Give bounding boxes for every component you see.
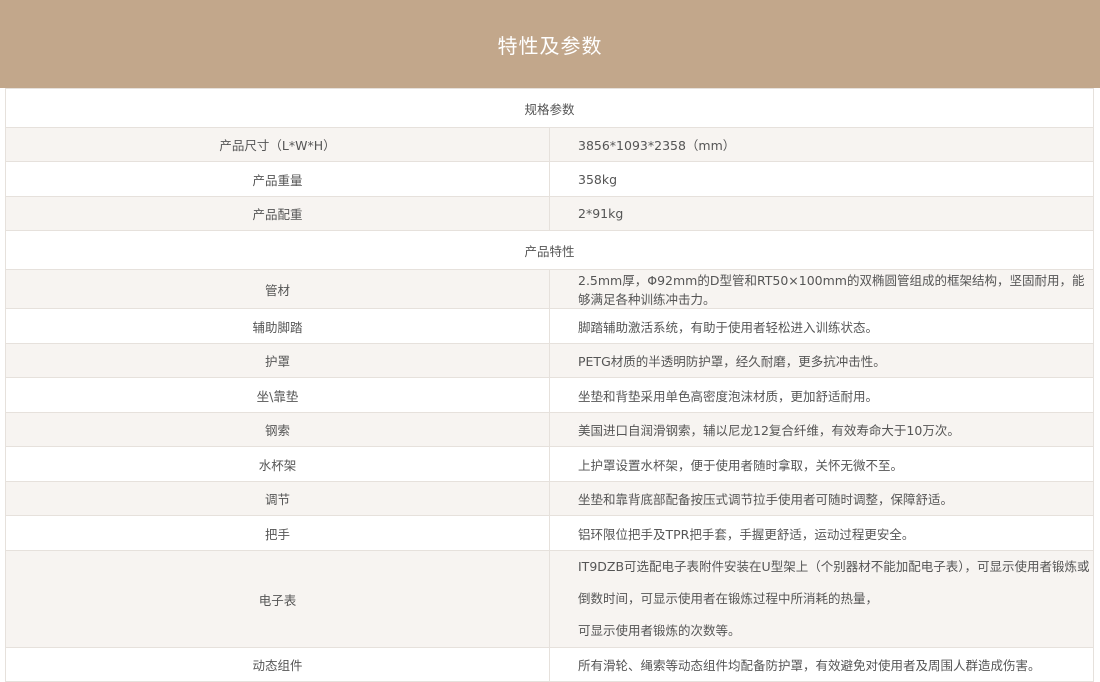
- table-row: 钢索 美国进口自润滑钢索，辅以尼龙12复合纤维，有效寿命大于10万次。: [5, 412, 1094, 447]
- page-title: 特性及参数: [497, 33, 603, 58]
- table-row: 动态组件 所有滑轮、绳索等动态组件均配备防护罩，有效避免对使用者及周围人群造成伤…: [5, 647, 1094, 682]
- section-header-row: 产品特性: [5, 230, 1094, 270]
- section-header-row: 规格参数: [5, 88, 1094, 128]
- row-value: 2*91kg: [549, 196, 1094, 231]
- table-row: 电子表 IT9DZB可选配电子表附件安装在U型架上（个别器材不能加配电子表），可…: [5, 550, 1094, 648]
- features-section-title: 产品特性: [5, 230, 1094, 270]
- row-label: 坐\靠垫: [5, 377, 550, 413]
- table-row: 产品配重 2*91kg: [5, 196, 1094, 231]
- row-label: 产品重量: [5, 161, 550, 197]
- row-label: 管材: [5, 269, 550, 309]
- table-row: 管材 2.5mm厚，Φ92mm的D型管和RT50×100mm的双椭圆管组成的框架…: [5, 269, 1094, 309]
- table-row: 调节 坐垫和靠背底部配备按压式调节拉手使用者可随时调整，保障舒适。: [5, 481, 1094, 516]
- table-row: 护罩 PETG材质的半透明防护罩，经久耐磨，更多抗冲击性。: [5, 343, 1094, 378]
- specs-section-title: 规格参数: [5, 88, 1094, 128]
- row-value: PETG材质的半透明防护罩，经久耐磨，更多抗冲击性。: [549, 343, 1094, 378]
- row-value: 美国进口自润滑钢索，辅以尼龙12复合纤维，有效寿命大于10万次。: [549, 412, 1094, 447]
- table-row: 产品重量 358kg: [5, 161, 1094, 197]
- row-value: 脚踏辅助激活系统，有助于使用者轻松进入训练状态。: [549, 308, 1094, 344]
- row-value: 铝环限位把手及TPR把手套，手握更舒适，运动过程更安全。: [549, 515, 1094, 551]
- spec-table: 规格参数 产品尺寸（L*W*H） 3856*1093*2358（mm） 产品重量…: [5, 88, 1094, 682]
- row-label: 调节: [5, 481, 550, 516]
- row-label: 产品尺寸（L*W*H）: [5, 127, 550, 162]
- header-banner: 特性及参数: [0, 0, 1100, 88]
- table-row: 坐\靠垫 坐垫和背垫采用单色高密度泡沫材质，更加舒适耐用。: [5, 377, 1094, 413]
- table-row: 产品尺寸（L*W*H） 3856*1093*2358（mm）: [5, 127, 1094, 162]
- row-value-line: 可显示使用者锻炼的次数等。: [578, 623, 741, 638]
- table-row: 把手 铝环限位把手及TPR把手套，手握更舒适，运动过程更安全。: [5, 515, 1094, 551]
- table-row: 水杯架 上护罩设置水杯架，便于使用者随时拿取，关怀无微不至。: [5, 446, 1094, 482]
- row-label: 护罩: [5, 343, 550, 378]
- row-value: 2.5mm厚，Φ92mm的D型管和RT50×100mm的双椭圆管组成的框架结构，…: [549, 269, 1094, 309]
- row-value: 所有滑轮、绳索等动态组件均配备防护罩，有效避免对使用者及周围人群造成伤害。: [549, 647, 1094, 682]
- row-label: 辅助脚踏: [5, 308, 550, 344]
- table-row: 辅助脚踏 脚踏辅助激活系统，有助于使用者轻松进入训练状态。: [5, 308, 1094, 344]
- row-label: 产品配重: [5, 196, 550, 231]
- row-value: 3856*1093*2358（mm）: [549, 127, 1094, 162]
- row-label: 把手: [5, 515, 550, 551]
- row-value: 358kg: [549, 161, 1094, 197]
- row-value: 坐垫和背垫采用单色高密度泡沫材质，更加舒适耐用。: [549, 377, 1094, 413]
- row-label: 钢索: [5, 412, 550, 447]
- row-value: 坐垫和靠背底部配备按压式调节拉手使用者可随时调整，保障舒适。: [549, 481, 1094, 516]
- row-label: 水杯架: [5, 446, 550, 482]
- row-value: IT9DZB可选配电子表附件安装在U型架上（个别器材不能加配电子表），可显示使用…: [549, 550, 1094, 648]
- row-value-line: IT9DZB可选配电子表附件安装在U型架上（个别器材不能加配电子表），可显示使用…: [578, 559, 1090, 606]
- row-label: 动态组件: [5, 647, 550, 682]
- row-label: 电子表: [5, 550, 550, 648]
- row-value: 上护罩设置水杯架，便于使用者随时拿取，关怀无微不至。: [549, 446, 1094, 482]
